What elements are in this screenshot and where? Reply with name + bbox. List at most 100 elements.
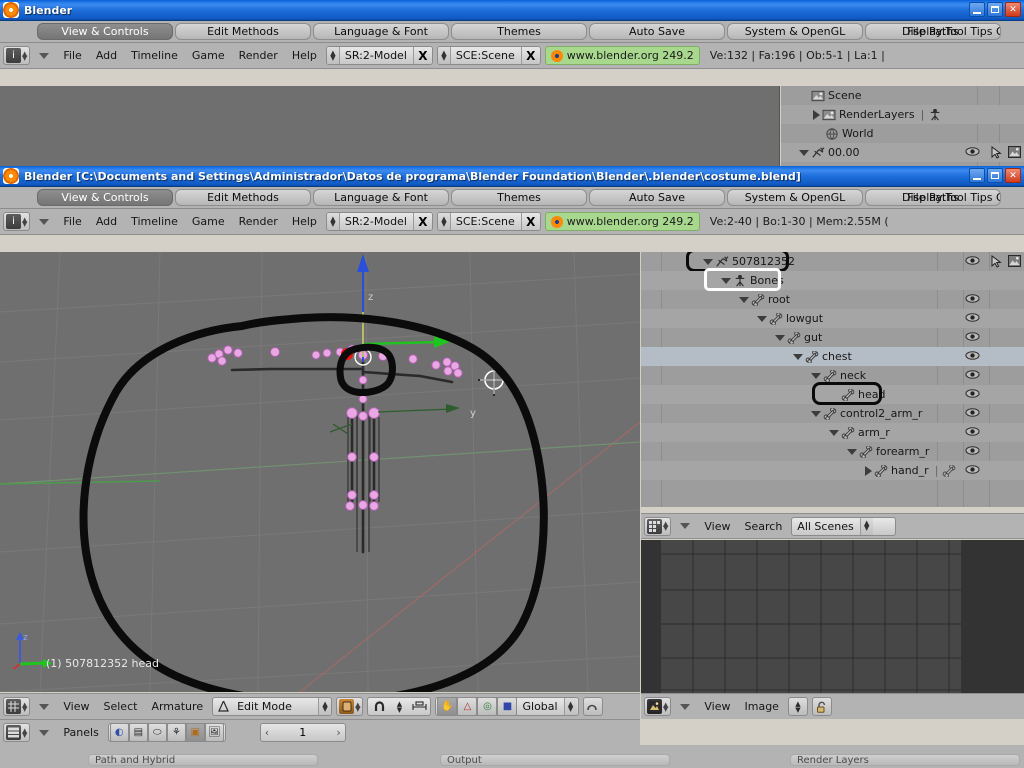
prefs-tab-language-font[interactable]: Language & Font [313,189,449,206]
chevron-down-icon[interactable] [811,410,821,417]
outliner-row[interactable]: chest [641,347,1024,366]
chevron-down-icon[interactable] [39,52,50,59]
stepper-icon[interactable]: ▲ ▼ [389,698,409,715]
blender-window-back[interactable]: Blender ✕ View & Controls Edit Methods Lan… [0,0,1024,170]
editor-type-selector[interactable]: ▲ ▼ [3,697,31,716]
menu-select[interactable]: Select [99,700,143,713]
3d-viewport[interactable]: z y z (1) 507812352 head [0,252,640,692]
outliner-row[interactable]: gut [641,328,1024,347]
prefs-tab-view-controls[interactable]: View & Controls [37,189,173,206]
scene-field[interactable]: ▲ ▼ SCE:Scene X [436,212,541,231]
user-preferences-tabs-front[interactable]: View & Controls Edit Methods Language & Fo… [0,187,1024,209]
chevron-down-icon[interactable] [757,315,767,322]
visibility-toggle-icon[interactable] [965,350,980,361]
menu-game[interactable]: Game [187,215,230,228]
editor-type-selector[interactable]: i ▲ ▼ [3,46,31,65]
buttons-window-header[interactable]: ▲ ▼ Panels ◐ ▤ ⬭ ⚘ ▣ 🖼 ‹ 1 › [0,719,640,745]
editor-type-selector[interactable]: ▲ ▼ [3,723,31,742]
outliner-row[interactable]: lowgut [641,309,1024,328]
prefs-tab-edit-methods[interactable]: Edit Methods [175,189,311,206]
image-browse-icon[interactable]: ▲ ▼ [787,697,808,716]
minimize-icon[interactable] [969,2,985,17]
outliner-back[interactable]: Scene RenderLayers | World 00.00 [781,86,1024,170]
object-icon[interactable]: ▤ [128,724,148,741]
next-frame-icon[interactable]: › [336,726,340,739]
object-data-icon[interactable]: ⚘ [166,724,186,741]
chevron-down-icon[interactable] [799,149,809,156]
outliner-row[interactable]: Bones [641,268,1024,291]
menu-timeline[interactable]: Timeline [126,49,183,62]
stepper-icon[interactable]: ▲ ▼ [859,517,873,535]
outliner-row[interactable]: RenderLayers | [781,105,1024,124]
visibility-toggle-icon[interactable] [965,445,980,456]
window-titlebar-front[interactable]: Blender [C:\Documents and Settings\Admin… [0,166,1024,187]
stepper-icon[interactable]: ▲ ▼ [326,47,340,64]
outliner-row[interactable]: forearm_r [641,442,1024,461]
chevron-down-icon[interactable] [680,523,691,529]
image-editor-header[interactable]: ▲ ▼ View Image ▲ ▼ [641,693,1024,719]
viewport-back[interactable] [0,86,780,170]
window-controls-back[interactable]: ✕ [969,2,1021,17]
outliner-row[interactable]: Scene [781,86,1024,105]
scene-icon[interactable]: 🖼 [204,724,224,741]
editor-type-selector[interactable]: ▲ ▼ [644,697,672,716]
panel-header-path-and-hybrid[interactable]: Path and Hybrid [88,754,318,766]
shading-icon[interactable]: ◐ [109,724,129,741]
menu-view[interactable]: View [58,700,94,713]
draw-type-selector[interactable]: ▲ ▼ [336,697,364,716]
renderability-toggle-icon[interactable] [1008,255,1021,270]
menu-armature[interactable]: Armature [146,700,208,713]
menu-help[interactable]: Help [287,49,322,62]
panel-header-output[interactable]: Output [440,754,670,766]
chevron-down-icon[interactable] [703,258,713,265]
visibility-toggle-icon[interactable] [965,312,980,323]
chevron-down-icon[interactable] [39,703,50,710]
clear-scene-field-icon[interactable]: X [520,213,540,230]
visibility-toggle-icon[interactable] [965,293,980,304]
render-preview-icon[interactable] [582,697,603,716]
uv-image-editor[interactable] [641,540,1024,707]
outliner-row[interactable]: root [641,290,1024,309]
clear-scene-field-icon[interactable]: X [520,47,540,64]
blender-window-front[interactable]: Blender [C:\Documents and Settings\Admin… [0,166,1024,768]
visibility-toggle-icon[interactable] [965,331,980,342]
stepper-icon[interactable]: ▲ ▼ [563,698,577,715]
window-titlebar-back[interactable]: Blender ✕ [0,0,1024,21]
menu-file[interactable]: File [58,49,86,62]
manipulator-group[interactable]: ✋ △ ◎ ■ Global ▲ ▼ [435,697,579,716]
outliner-header[interactable]: ▲ ▼ View Search All Scenes ▲ ▼ [641,513,1024,539]
prefs-tab-system-opengl[interactable]: System & OpenGL [727,189,863,206]
panel-icon-group[interactable]: ◐ ▤ ⬭ ⚘ ▣ 🖼 [107,723,226,742]
outliner-row[interactable]: head [641,382,1024,405]
window-controls-front[interactable]: ✕ [969,168,1021,183]
editing-icon[interactable]: ▣ [185,724,205,741]
menu-search[interactable]: Search [740,520,788,533]
chevron-down-icon[interactable] [793,353,803,360]
menu-file[interactable]: File [58,215,86,228]
outliner-row[interactable]: hand_r | [641,461,1024,480]
chevron-down-icon[interactable] [39,729,50,736]
close-icon[interactable]: ✕ [1005,168,1021,183]
chevron-down-icon[interactable] [829,429,839,436]
chevron-down-icon[interactable] [847,448,857,455]
rotate-manipulator-icon[interactable]: △ [457,698,478,715]
user-preferences-tabs-back[interactable]: View & Controls Edit Methods Language & Fo… [0,21,1024,43]
snap-group[interactable]: ▲ ▼ [367,697,432,716]
chevron-down-icon[interactable] [739,296,749,303]
menu-view[interactable]: View [699,520,735,533]
renderability-toggle-icon[interactable] [1008,146,1021,161]
outliner-row[interactable]: 00.00 [781,143,1024,162]
prefs-tab-auto-save[interactable]: Auto Save [589,23,725,40]
menu-help[interactable]: Help [287,215,322,228]
main-header-front[interactable]: i ▲ ▼ File Add Timeline Game Render Help ▲ ▼ SR:2-M… [0,209,1024,235]
menu-timeline[interactable]: Timeline [126,215,183,228]
prev-frame-icon[interactable]: ‹ [265,726,269,739]
stepper-icon[interactable]: ▲ ▼ [437,47,451,64]
chevron-down-icon[interactable] [39,218,50,225]
menu-view[interactable]: View [699,700,735,713]
outliner-row[interactable]: control2_arm_r [641,404,1024,423]
snap-magnet-icon[interactable] [369,698,389,715]
chevron-right-icon[interactable] [813,109,820,120]
scale-manipulator-icon[interactable]: ◎ [477,698,498,715]
menu-image[interactable]: Image [740,700,784,713]
